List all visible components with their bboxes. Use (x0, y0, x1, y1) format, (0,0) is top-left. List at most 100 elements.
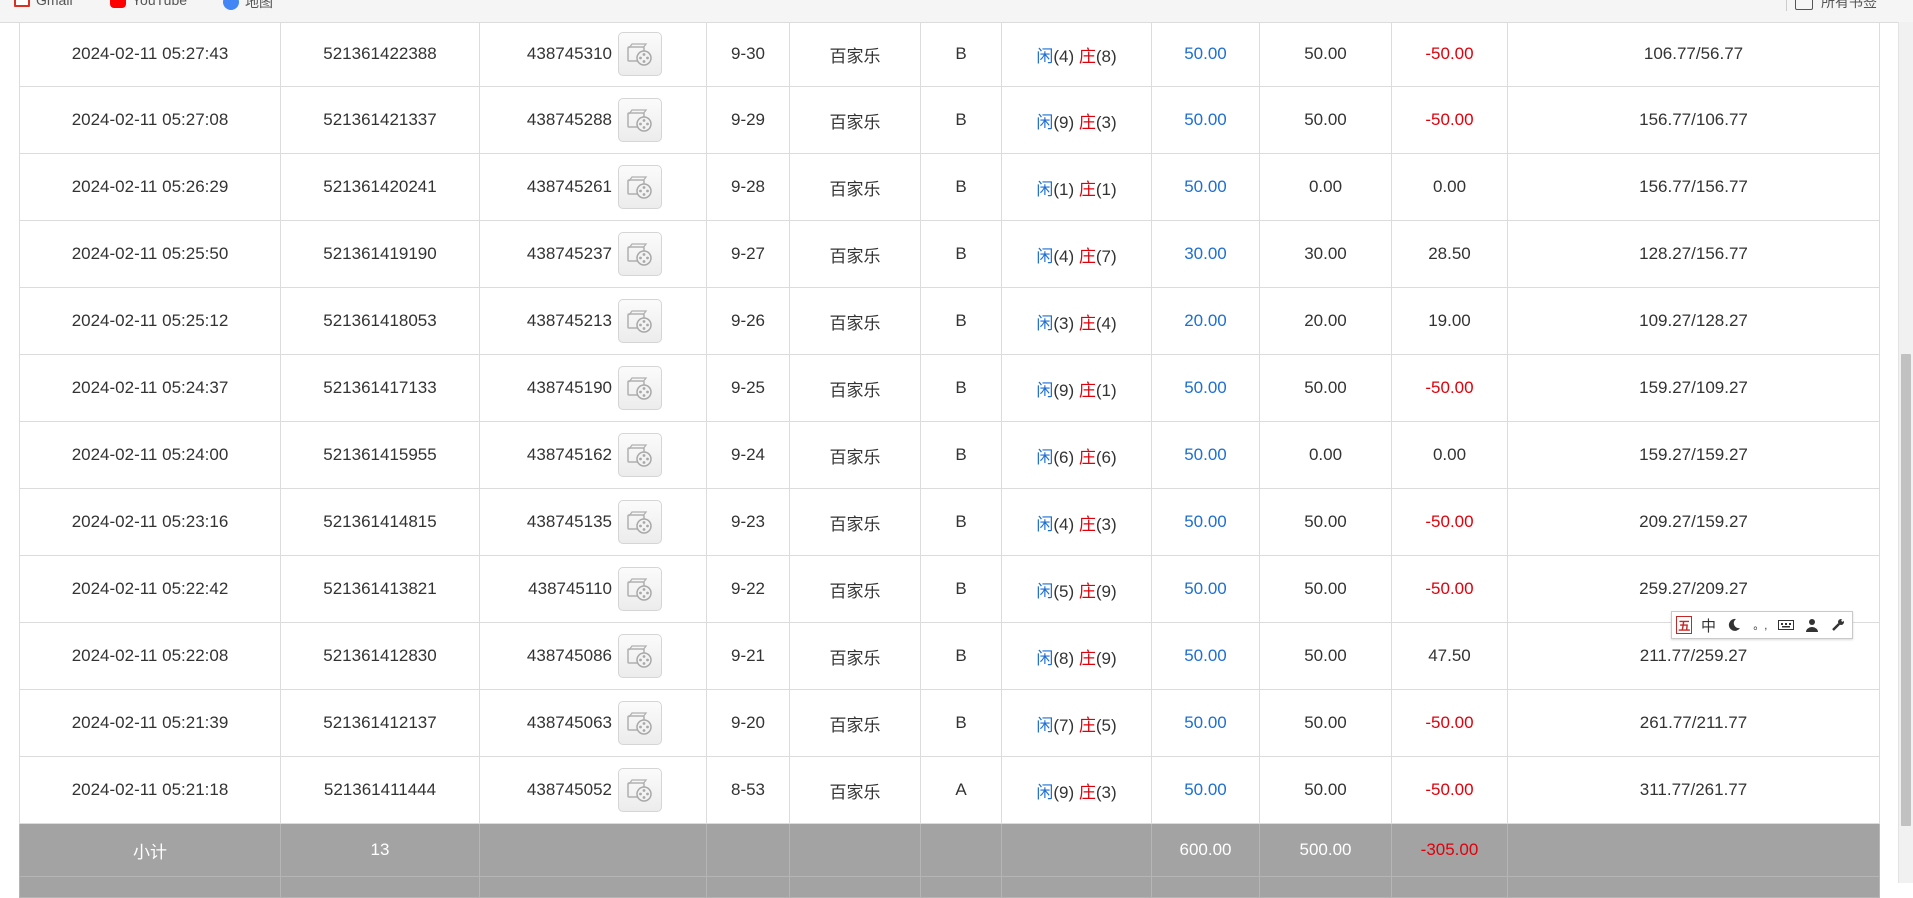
bet-amount: 50.00 (1151, 689, 1260, 757)
youtube-icon (110, 0, 126, 8)
win-loss: -50.00 (1391, 22, 1508, 87)
all-bookmarks-button[interactable]: 所有书签 (1786, 0, 1877, 12)
vertical-scrollbar[interactable] (1898, 22, 1913, 883)
bookmarks-bar: Gmail YouTube 地图 所有书签 (0, 0, 1913, 23)
result-cell: 闲(6) 庄(6) (1001, 421, 1152, 489)
valid-bet: 0.00 (1259, 153, 1392, 221)
player-label: 闲 (1036, 782, 1054, 802)
player-points: (9) (1053, 380, 1075, 400)
scrollbar-thumb[interactable] (1901, 354, 1911, 826)
banker-label: 庄 (1078, 313, 1096, 333)
video-replay-icon[interactable] (618, 634, 662, 678)
banker-points: (9) (1095, 581, 1117, 601)
win-loss: -50.00 (1391, 354, 1508, 422)
round-cell: 438745052 (479, 756, 707, 824)
game-name: 百家乐 (789, 220, 921, 288)
ime-logo[interactable]: 五 (1676, 616, 1693, 634)
player-label: 闲 (1036, 715, 1054, 735)
order-number: 521361414815 (280, 488, 480, 556)
game-name: 百家乐 (789, 354, 921, 422)
round-cell: 438745190 (479, 354, 707, 422)
balance-change: 261.77/211.77 (1507, 689, 1880, 757)
table-row: 2024-02-11 05:22:42 521361413821 438745110… (19, 555, 1880, 623)
win-loss: -50.00 (1391, 756, 1508, 824)
round-cell: 438745063 (479, 689, 707, 757)
player-points: (9) (1053, 112, 1075, 132)
order-number: 521361419190 (280, 220, 480, 288)
bookmark-maps[interactable]: 地图 (223, 0, 273, 12)
table-id: B (920, 287, 1002, 355)
moon-icon[interactable] (1724, 614, 1744, 636)
banker-points: (6) (1095, 447, 1117, 467)
bookmark-label: 地图 (245, 0, 273, 10)
video-replay-icon[interactable] (618, 768, 662, 812)
win-loss: 0.00 (1391, 153, 1508, 221)
win-loss: -50.00 (1391, 689, 1508, 757)
bookmark-label: YouTube (132, 0, 188, 8)
banker-label: 庄 (1078, 112, 1096, 132)
game-name: 百家乐 (789, 622, 921, 690)
round-number: 438745288 (526, 110, 612, 129)
order-number: 521361420241 (280, 153, 480, 221)
bet-amount: 50.00 (1151, 153, 1260, 221)
video-replay-icon[interactable] (618, 366, 662, 410)
round-cell: 438745261 (479, 153, 707, 221)
round-number: 438745310 (526, 44, 612, 63)
keyboard-icon[interactable] (1776, 614, 1796, 636)
video-replay-icon[interactable] (618, 701, 662, 745)
player-points: (5) (1053, 581, 1075, 601)
bookmark-youtube[interactable]: YouTube (110, 0, 187, 8)
bookmark-gmail[interactable]: Gmail (14, 0, 73, 8)
player-label: 闲 (1036, 112, 1054, 132)
bet-time: 2024-02-11 05:23:16 (19, 488, 281, 556)
result-cell: 闲(8) 庄(9) (1001, 622, 1152, 690)
valid-bet: 50.00 (1259, 689, 1392, 757)
video-replay-icon[interactable] (618, 32, 662, 76)
ime-mode[interactable]: 中 (1698, 614, 1718, 636)
video-replay-icon[interactable] (618, 232, 662, 276)
player-points: (4) (1053, 246, 1075, 266)
round-number: 438745162 (526, 445, 612, 464)
ime-toolbar[interactable]: 五 中 。, (1671, 611, 1853, 639)
banker-points: (4) (1095, 313, 1117, 333)
order-number: 521361411444 (280, 756, 480, 824)
round-number: 438745237 (526, 244, 612, 263)
wrench-icon[interactable] (1828, 614, 1848, 636)
valid-bet: 50.00 (1259, 622, 1392, 690)
order-number: 521361417133 (280, 354, 480, 422)
player-label: 闲 (1036, 313, 1054, 333)
round-number: 438745086 (526, 646, 612, 665)
shoe-number: 9-20 (706, 689, 790, 757)
table-id: A (920, 756, 1002, 824)
ime-punct[interactable]: 。, (1750, 614, 1770, 636)
banker-points: (8) (1095, 46, 1117, 66)
video-replay-icon[interactable] (618, 567, 662, 611)
bet-amount: 50.00 (1151, 555, 1260, 623)
video-replay-icon[interactable] (618, 433, 662, 477)
bet-history-table: 2024-02-11 05:27:43 521361422388 438745310… (19, 22, 1880, 898)
user-icon[interactable] (1802, 614, 1822, 636)
bet-time: 2024-02-11 05:22:08 (19, 622, 281, 690)
result-cell: 闲(4) 庄(7) (1001, 220, 1152, 288)
win-loss: 47.50 (1391, 622, 1508, 690)
order-number: 521361422388 (280, 22, 480, 87)
valid-bet: 50.00 (1259, 354, 1392, 422)
banker-label: 庄 (1078, 715, 1096, 735)
table-row: 2024-02-11 05:27:43 521361422388 438745310… (19, 22, 1880, 87)
round-number: 438745261 (526, 177, 612, 196)
video-replay-icon[interactable] (618, 500, 662, 544)
order-number: 521361418053 (280, 287, 480, 355)
shoe-number: 9-26 (706, 287, 790, 355)
round-cell: 438745310 (479, 22, 707, 87)
player-label: 闲 (1036, 648, 1054, 668)
video-replay-icon[interactable] (618, 165, 662, 209)
table-id: B (920, 86, 1002, 154)
video-replay-icon[interactable] (618, 98, 662, 142)
player-label: 闲 (1036, 581, 1054, 601)
video-replay-icon[interactable] (618, 299, 662, 343)
valid-bet: 0.00 (1259, 421, 1392, 489)
banker-label: 庄 (1078, 246, 1096, 266)
player-points: (1) (1053, 179, 1075, 199)
result-cell: 闲(4) 庄(3) (1001, 488, 1152, 556)
table-id: B (920, 689, 1002, 757)
